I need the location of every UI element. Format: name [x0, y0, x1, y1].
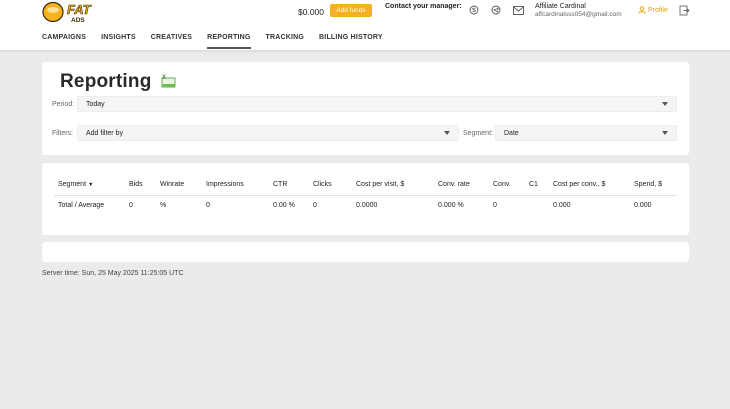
total-clicks-cell: 0 [313, 202, 317, 209]
total-cost-per-visit-cell: 0.0000 [356, 202, 378, 209]
nav-campaigns[interactable]: CAMPAIGNS [42, 34, 86, 49]
column-header-bids[interactable]: Bids [129, 181, 143, 188]
report-table: Segment ▼ Bids Winrate Impressions CTR Cl… [54, 176, 677, 216]
chevron-down-icon [444, 131, 450, 135]
column-header-spend[interactable]: Spend, $ [634, 181, 662, 188]
user-icon [638, 6, 646, 14]
svg-text:ADS: ADS [71, 17, 85, 23]
contact-manager-label: Contact your manager: [385, 3, 462, 10]
nav-tracking[interactable]: TRACKING [266, 34, 305, 49]
total-ctr-cell: 0.00 % [273, 202, 295, 209]
column-header-ctr[interactable]: CTR [273, 181, 287, 188]
chevron-down-icon [662, 102, 668, 106]
page-title: Reporting [60, 71, 152, 92]
period-label: Period: [52, 101, 75, 108]
table-row: Total / Average 0 % 0 0.00 % 0 0.0000 0.… [54, 196, 677, 216]
column-header-clicks[interactable]: Clicks [313, 181, 332, 188]
filters-label: Filters: [52, 130, 73, 137]
column-header-cost-per-visit[interactable]: Cost per visit, $ [356, 181, 404, 188]
total-winrate-cell: % [160, 202, 167, 209]
segment-label: Segment: [463, 130, 493, 137]
total-cost-per-conv-cell: 0.000 [553, 202, 571, 209]
sort-desc-icon: ▼ [88, 182, 94, 188]
add-funds-button[interactable]: Add funds [330, 4, 372, 17]
filters-value: Add filter by [86, 129, 123, 137]
top-header: FAT ADS $0.000 Add funds Contact your ma… [0, 0, 730, 51]
segment-select[interactable]: Date [495, 125, 677, 141]
svg-text:FAT: FAT [67, 2, 92, 17]
nav-billing-history[interactable]: BILLING HISTORY [319, 34, 383, 49]
filters-select[interactable]: Add filter by [77, 125, 459, 141]
total-conv-cell: 0 [493, 202, 497, 209]
nav-insights[interactable]: INSIGHTS [101, 34, 136, 49]
skype-icon[interactable] [468, 4, 480, 16]
profile-label: Profile [648, 6, 668, 14]
excel-export-icon[interactable]: X [160, 72, 176, 88]
empty-panel [42, 242, 689, 262]
total-conv-rate-cell: 0.000 % [438, 202, 464, 209]
chevron-down-icon [662, 131, 668, 135]
column-header-conv[interactable]: Conv. [493, 181, 511, 188]
profile-link[interactable]: Profile [638, 6, 668, 14]
svg-text:X: X [162, 75, 166, 81]
table-header-row: Segment ▼ Bids Winrate Impressions CTR Cl… [54, 176, 677, 196]
manager-name: Affiliate Cardinal [535, 3, 586, 10]
period-value: Today [86, 100, 105, 108]
manager-email[interactable]: affcardinalsss054@gmail.com [535, 11, 622, 18]
nav-reporting[interactable]: REPORTING [207, 34, 251, 49]
period-select[interactable]: Today [77, 96, 677, 112]
column-header-cost-per-conv[interactable]: Cost per conv., $ [553, 181, 605, 188]
email-icon[interactable] [512, 4, 524, 16]
telegram-icon[interactable] [490, 4, 502, 16]
logout-icon[interactable] [679, 5, 690, 16]
server-time: Server time: Sun, 25 May 2025 11:25:05 U… [42, 270, 184, 277]
main-nav: CAMPAIGNS INSIGHTS CREATIVES REPORTING T… [42, 34, 398, 49]
column-header-c1[interactable]: C1 [529, 181, 538, 188]
column-header-impressions[interactable]: Impressions [206, 181, 244, 188]
nav-creatives[interactable]: CREATIVES [151, 34, 192, 49]
total-bids-cell: 0 [129, 202, 133, 209]
total-impressions-cell: 0 [206, 202, 210, 209]
total-segment-cell: Total / Average [58, 202, 105, 209]
reporting-filters-card: Reporting X Period: Today Filters: Add f… [42, 62, 689, 155]
fat-ads-logo[interactable]: FAT ADS [42, 1, 108, 23]
column-header-segment[interactable]: Segment ▼ [58, 181, 93, 188]
account-balance: $0.000 [298, 7, 324, 17]
column-header-conv-rate[interactable]: Conv. rate [438, 181, 470, 188]
total-spend-cell: 0.000 [634, 202, 652, 209]
column-header-winrate[interactable]: Winrate [160, 181, 184, 188]
segment-value: Date [504, 129, 519, 137]
report-table-card: Segment ▼ Bids Winrate Impressions CTR Cl… [42, 163, 689, 235]
